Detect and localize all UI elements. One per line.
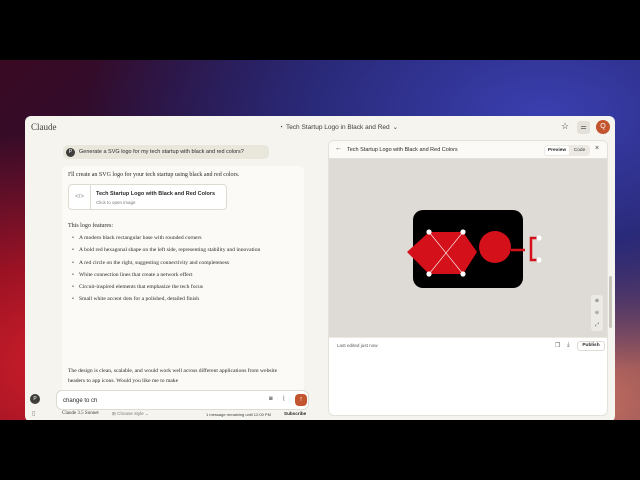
list-item: Small white accent dots for a polished, … xyxy=(72,295,304,305)
composer-footer: Claude 3.5 Sonnet ⊞ Choose style ⌄ 1 mes… xyxy=(62,410,310,419)
reply-closing: The design is clean, scalable, and would… xyxy=(68,368,278,384)
zoom-out-icon[interactable]: ⊖ xyxy=(591,307,603,319)
window-scrollbar[interactable] xyxy=(609,276,612,328)
download-icon[interactable]: ⤓ xyxy=(567,342,570,349)
message-input[interactable] xyxy=(63,396,253,405)
logo-accent-dot xyxy=(426,229,432,235)
logo-accent-dot xyxy=(460,229,466,235)
artifact-panel-header: ← Tech Startup Logo with Black and Red C… xyxy=(329,141,607,159)
tech-startup-logo xyxy=(407,210,542,288)
chat-title-dropdown[interactable]: ◔ Tech Startup Logo in Black and Red ⌄ xyxy=(279,123,399,132)
usage-limit-text: 1 message remaining until 12:00 PM xyxy=(206,411,271,417)
back-arrow-icon[interactable]: ← xyxy=(335,145,342,152)
list-item: White connection lines that create a net… xyxy=(72,271,304,281)
artifact-card[interactable]: </> Tech Startup Logo with Black and Red… xyxy=(68,184,227,210)
tab-code[interactable]: Code xyxy=(570,146,589,155)
last-edited-text: Last edited just now xyxy=(337,343,378,348)
close-icon[interactable]: × xyxy=(595,145,599,152)
list-item: A bold red hexagonal shape on the left s… xyxy=(72,246,304,256)
model-selector[interactable]: Claude 3.5 Sonnet xyxy=(62,411,99,416)
copy-icon[interactable]: ❐ xyxy=(555,342,560,349)
user-message-text: Generate a SVG logo for my tech startup … xyxy=(79,149,244,155)
artifact-panel-footer: Last edited just now ❐ ⤓ Publish xyxy=(329,337,607,353)
logo-accent-dot xyxy=(426,271,432,277)
logo-accent-dot xyxy=(536,235,542,241)
user-message-avatar: P xyxy=(66,147,75,157)
top-bar: Claude ◔ Tech Startup Logo in Black and … xyxy=(25,116,615,140)
list-item: A red circle on the right, suggesting co… xyxy=(72,259,304,269)
features-list: A modern black rectangular base with rou… xyxy=(72,234,304,308)
style-selector[interactable]: ⊞ Choose style ⌄ xyxy=(112,411,149,417)
zoom-in-icon[interactable]: ⊕ xyxy=(591,295,603,307)
artifact-preview-canvas: ⊕ ⊖ ⤢ xyxy=(329,159,607,337)
logo-accent-dot xyxy=(536,257,542,263)
chat-title-text: Tech Startup Logo in Black and Red xyxy=(285,123,390,131)
logo-accent-dot xyxy=(460,271,466,277)
logo-circuit-bracket xyxy=(529,236,539,262)
user-avatar[interactable]: Q xyxy=(596,120,610,134)
star-icon[interactable]: ☆ xyxy=(561,121,569,132)
artifact-panel: ← Tech Startup Logo with Black and Red C… xyxy=(328,140,608,416)
subscribe-link[interactable]: Subscribe xyxy=(284,411,306,416)
tab-preview[interactable]: Preview xyxy=(545,146,569,155)
camera-icon[interactable]: ◙ xyxy=(269,396,273,402)
chat-bubble-icon: ◔ xyxy=(279,123,283,131)
features-heading: This logo features: xyxy=(68,223,113,229)
logo-red-circle xyxy=(479,231,511,263)
brand-logo[interactable]: Claude xyxy=(31,122,57,132)
publish-button[interactable]: Publish xyxy=(577,341,605,351)
chevron-down-icon: ⌄ xyxy=(392,124,399,131)
assistant-reply: I'll create an SVG logo for your tech st… xyxy=(62,166,304,392)
user-message: P Generate a SVG logo for my tech startu… xyxy=(63,145,269,159)
list-item: Circuit-inspired elements that emphasize… xyxy=(72,283,304,293)
settings-sliders-icon[interactable]: ⚌ xyxy=(577,121,590,134)
artifact-panel-title: Tech Startup Logo with Black and Red Col… xyxy=(347,147,458,153)
artifact-card-subtitle: Click to open image xyxy=(96,200,136,205)
preview-code-toggle: Preview Code xyxy=(544,145,590,156)
claude-app-window: Claude ◔ Tech Startup Logo in Black and … xyxy=(25,116,615,420)
reply-intro: I'll create an SVG logo for your tech st… xyxy=(68,172,240,178)
sidebar-avatar[interactable]: P xyxy=(30,394,40,404)
code-file-icon: </> xyxy=(69,185,91,209)
style-label: Choose style xyxy=(117,411,144,416)
message-composer: ◙ ⌇ ↑ xyxy=(56,390,309,410)
fit-screen-icon[interactable]: ⤢ xyxy=(591,319,603,331)
list-item: A modern black rectangular base with rou… xyxy=(72,234,304,244)
send-button[interactable]: ↑ xyxy=(295,394,307,406)
artifact-card-name: Tech Startup Logo with Black and Red Col… xyxy=(96,191,216,197)
paperclip-icon[interactable]: ⌇ xyxy=(282,395,285,403)
desktop-background: Claude ◔ Tech Startup Logo in Black and … xyxy=(0,60,640,420)
sidebar-toggle-icon[interactable]: ▯ xyxy=(32,410,35,417)
zoom-controls: ⊕ ⊖ ⤢ xyxy=(591,295,603,331)
